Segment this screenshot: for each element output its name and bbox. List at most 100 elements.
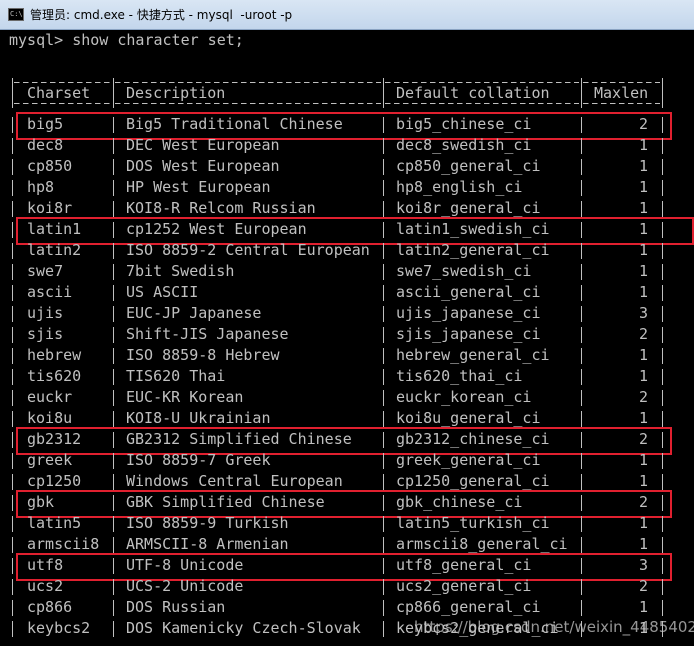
cell-description: ARMSCII-8 Armenian (126, 535, 289, 553)
table-column-separator (662, 495, 663, 511)
table-column-separator (12, 348, 13, 364)
table-column-separator (662, 201, 663, 217)
cell-description: ISO 8859-9 Turkish (126, 514, 289, 532)
cell-collation: hp8_english_ci (396, 178, 523, 196)
cell-description: GB2312 Simplified Chinese (126, 430, 352, 448)
table-column-separator (113, 243, 114, 259)
table-column-separator (12, 432, 13, 448)
cell-maxlen: 1 (638, 262, 648, 280)
table-column-separator (662, 222, 663, 238)
table-column-separator (383, 201, 384, 217)
cell-description: DOS Russian (126, 598, 226, 616)
table-column-separator (383, 285, 384, 301)
title-bar[interactable]: C:\ 管理员: cmd.exe - 快捷方式 - mysql -uroot -… (0, 0, 694, 30)
table-column-separator (12, 579, 13, 595)
table-column-separator (12, 453, 13, 469)
console-output[interactable]: mysql> show character set; Charset Descri… (0, 30, 694, 646)
cell-maxlen: 1 (638, 367, 648, 385)
table-column-separator (113, 159, 114, 175)
table-column-separator (12, 495, 13, 511)
cell-description: ISO 8859-8 Hebrew (126, 346, 280, 364)
table-column-separator (383, 390, 384, 406)
table-column-separator (662, 390, 663, 406)
cell-maxlen: 3 (638, 304, 648, 322)
table-column-separator (12, 201, 13, 217)
table-row: ujis EUC-JP Japanese ujis_japanese_ci 3 (0, 303, 694, 324)
cell-description: EUC-JP Japanese (126, 304, 262, 322)
cell-maxlen: 1 (638, 409, 648, 427)
table-column-separator (113, 138, 114, 154)
table-column-separator (662, 327, 663, 343)
table-column-separator (581, 390, 582, 406)
table-row: gbk GBK Simplified Chinese gbk_chinese_ci 2 (0, 492, 694, 513)
table-column-separator (581, 222, 582, 238)
cmd-console-icon[interactable]: C:\ (8, 8, 24, 21)
cell-charset: greek (27, 451, 73, 469)
cell-collation: latin2_general_ci (396, 241, 550, 259)
table-column-separator (662, 285, 663, 301)
table-column-separator (581, 159, 582, 175)
table-column-separator (662, 516, 663, 532)
cell-charset: hebrew (27, 346, 82, 364)
table-column-separator (581, 369, 582, 385)
table-column-separator (383, 117, 384, 133)
table-row: ascii US ASCII ascii_general_ci 1 (0, 282, 694, 303)
cell-description: UTF-8 Unicode (126, 556, 244, 574)
table-column-separator (113, 264, 114, 280)
table-column-separator (662, 243, 663, 259)
cell-collation: swe7_swedish_ci (396, 262, 532, 280)
table-row: utf8 UTF-8 Unicode utf8_general_ci 3 (0, 555, 694, 576)
table-row: euckr EUC-KR Korean euckr_korean_ci 2 (0, 387, 694, 408)
table-row: koi8r KOI8-R Relcom Russian koi8r_general_… (0, 198, 694, 219)
table-row: hebrew ISO 8859-8 Hebrew hebrew_general_ci… (0, 345, 694, 366)
table-column-separator (383, 243, 384, 259)
table-border-header (0, 93, 694, 114)
cell-collation: gb2312_chinese_ci (396, 430, 550, 448)
cell-maxlen: 1 (638, 136, 648, 154)
cell-charset: tis620 (27, 367, 82, 385)
table-row: latin2 ISO 8859-2 Central European latin2_… (0, 240, 694, 261)
table-column-separator (113, 495, 114, 511)
cell-maxlen: 1 (638, 598, 648, 616)
table-column-separator (113, 621, 114, 637)
table-column-separator (383, 348, 384, 364)
cell-charset: cp1250 (27, 472, 82, 490)
table-column-separator (581, 411, 582, 427)
cell-collation: latin1_swedish_ci (396, 220, 550, 238)
command-line: mysql> show character set; (9, 31, 244, 49)
cell-description: Big5 Traditional Chinese (126, 115, 343, 133)
cell-collation: gbk_chinese_ci (396, 493, 523, 511)
cell-collation: greek_general_ci (396, 451, 541, 469)
cell-description: UCS-2 Unicode (126, 577, 244, 595)
table-column-separator (581, 495, 582, 511)
cell-maxlen: 1 (638, 220, 648, 238)
cell-collation: ascii_general_ci (396, 283, 541, 301)
table-column-separator (662, 369, 663, 385)
table-rule-corner (383, 99, 384, 108)
table-column-separator (383, 327, 384, 343)
table-column-separator (581, 285, 582, 301)
cell-description: EUC-KR Korean (126, 388, 244, 406)
table-column-separator (662, 306, 663, 322)
table-row: sjis Shift-JIS Japanese sjis_japanese_ci 2 (0, 324, 694, 345)
table-column-separator (581, 516, 582, 532)
table-column-separator (12, 306, 13, 322)
table-column-separator (12, 327, 13, 343)
table-column-separator (113, 222, 114, 238)
table-column-separator (383, 474, 384, 490)
table-column-separator (12, 180, 13, 196)
table-column-separator (383, 369, 384, 385)
cell-description: Windows Central European (126, 472, 343, 490)
table-rule-dash (385, 103, 579, 104)
cell-maxlen: 1 (638, 346, 648, 364)
table-column-separator (383, 516, 384, 532)
cell-maxlen: 2 (638, 430, 648, 448)
table-rule-dash (583, 103, 660, 104)
cell-collation: ucs2_general_ci (396, 577, 532, 595)
table-column-separator (662, 474, 663, 490)
table-column-separator (581, 306, 582, 322)
table-column-separator (581, 243, 582, 259)
cell-maxlen: 1 (638, 451, 648, 469)
table-column-separator (383, 537, 384, 553)
table-row: cp1250 Windows Central European cp1250_gen… (0, 471, 694, 492)
